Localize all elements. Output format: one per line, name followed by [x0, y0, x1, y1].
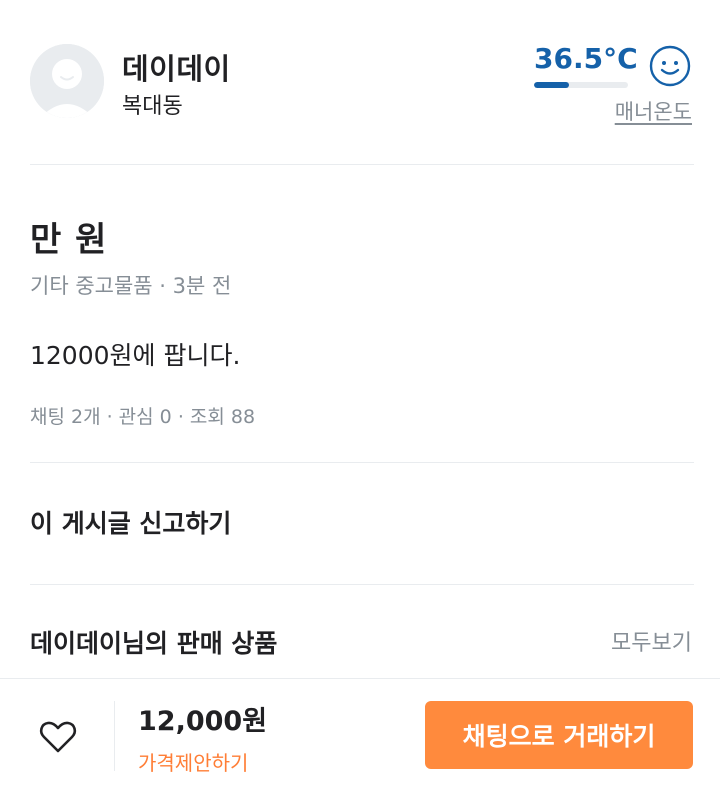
default-avatar-icon [30, 44, 104, 118]
divider [30, 584, 694, 585]
article-meta: 기타 중고물품 · 3분 전 [30, 274, 232, 298]
manner-temperature[interactable]: 36.5°C 매너온도 [534, 40, 694, 130]
divider [30, 164, 694, 165]
seller-nickname[interactable]: 데이데이 [122, 46, 231, 88]
bottom-action-bar: 12,000원 가격제안하기 채팅으로 거래하기 [0, 678, 720, 790]
heart-icon[interactable] [38, 717, 78, 757]
manner-temp-label[interactable]: 매너온도 [615, 96, 692, 126]
article-description: 12000원에 팝니다. [30, 341, 241, 370]
article-title: 만 원 [30, 220, 108, 260]
price-offer-link[interactable]: 가격제안하기 [138, 747, 248, 776]
vertical-divider [114, 701, 115, 771]
divider [30, 462, 694, 463]
report-article-link[interactable]: 이 게시글 신고하기 [30, 504, 231, 540]
avatar[interactable] [30, 44, 104, 118]
view-all-link[interactable]: 모두보기 [611, 625, 692, 657]
seller-region: 복대동 [122, 94, 183, 119]
manner-temp-bar [534, 82, 628, 88]
manner-temp-value: 36.5°C [534, 42, 638, 75]
manner-temp-fill [534, 82, 569, 88]
seller-items-title: 데이데이님의 판매 상품 [30, 629, 278, 658]
profile-section: 데이데이 복대동 36.5°C 매너온도 [30, 40, 694, 130]
article-counts: 채팅 2개 · 관심 0 · 조회 88 [30, 406, 256, 428]
item-price: 12,000원 [138, 706, 268, 737]
smile-face-icon [649, 45, 691, 87]
chat-trade-button[interactable]: 채팅으로 거래하기 [425, 701, 693, 769]
